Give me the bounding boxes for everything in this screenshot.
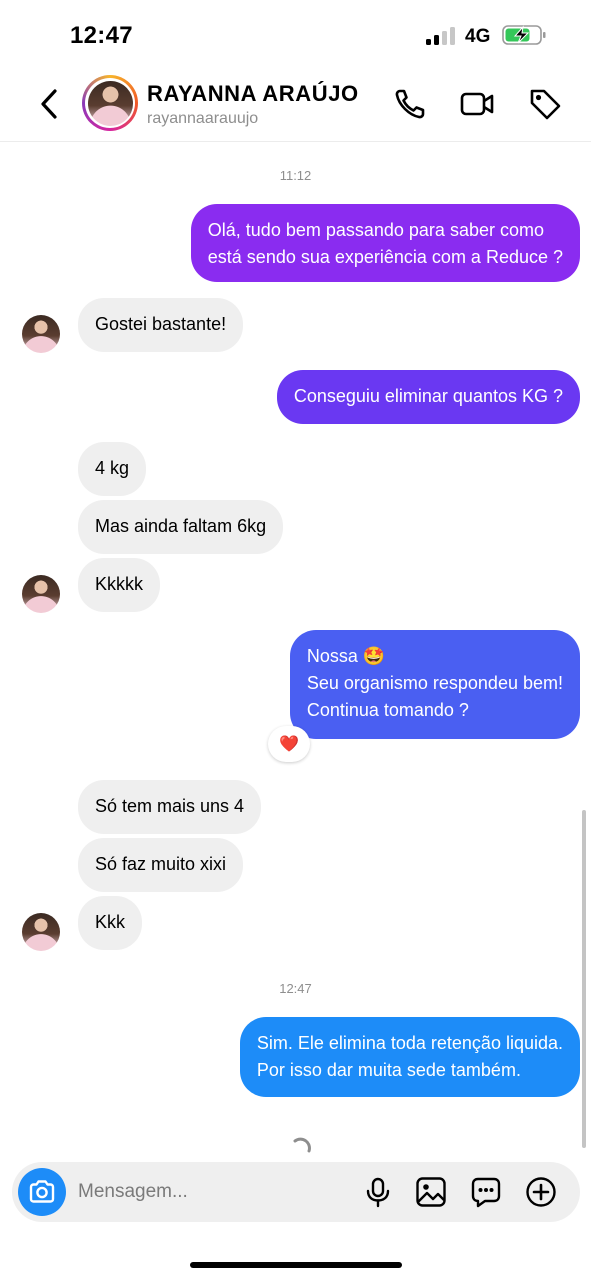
- message-received[interactable]: Kkkkk: [78, 558, 161, 612]
- contact-username[interactable]: rayannaarauujo: [147, 110, 258, 128]
- message-received[interactable]: 4 kg: [78, 442, 147, 496]
- reaction-badge[interactable]: ❤️: [268, 726, 310, 762]
- timestamp: 12:47: [279, 981, 312, 996]
- message-composer: [12, 1162, 580, 1222]
- timestamp: 11:12: [279, 168, 312, 183]
- message-sent[interactable]: Sim. Ele elimina toda retenção liquida. …: [239, 1017, 580, 1097]
- back-icon[interactable]: [34, 86, 66, 122]
- sticker-icon[interactable]: [470, 1176, 502, 1208]
- heart-reaction: ❤️: [279, 736, 299, 753]
- tag-icon[interactable]: [528, 87, 562, 121]
- status-bar: 12:47 4G: [0, 0, 591, 70]
- video-icon[interactable]: [460, 87, 494, 121]
- scrollbar[interactable]: [582, 810, 586, 1148]
- message-sent[interactable]: Olá, tudo bem passando para saber como e…: [190, 204, 580, 282]
- message-sent[interactable]: Conseguiu eliminar quantos KG ?: [276, 370, 580, 424]
- contact-avatar[interactable]: [22, 315, 60, 353]
- loading-spinner-icon: [293, 1137, 311, 1153]
- status-time: 12:47: [70, 22, 133, 49]
- chat-header: RAYANNA ARAÚJO rayannaarauujo: [0, 70, 591, 142]
- message-received[interactable]: Só tem mais uns 4: [78, 780, 262, 834]
- camera-icon: [29, 1180, 55, 1203]
- contact-avatar[interactable]: [22, 913, 60, 951]
- plus-icon[interactable]: [525, 1176, 557, 1208]
- camera-button[interactable]: [18, 1168, 66, 1216]
- contact-name[interactable]: RAYANNA ARAÚJO: [147, 81, 359, 107]
- message-received[interactable]: Gostei bastante!: [78, 298, 244, 352]
- message-input[interactable]: [78, 1178, 338, 1206]
- home-indicator[interactable]: [190, 1262, 402, 1268]
- avatar[interactable]: [82, 75, 138, 131]
- message-sent[interactable]: Nossa 🤩 Seu organismo respondeu bem! Con…: [289, 630, 580, 739]
- message-received[interactable]: Kkk: [78, 896, 143, 950]
- gallery-icon[interactable]: [415, 1176, 447, 1208]
- signal-icon: [426, 27, 456, 45]
- message-received[interactable]: Mas ainda faltam 6kg: [78, 500, 284, 554]
- phone-icon[interactable]: [393, 87, 427, 121]
- network-label: 4G: [465, 26, 491, 47]
- contact-avatar[interactable]: [22, 575, 60, 613]
- battery-icon: [502, 25, 546, 45]
- message-received[interactable]: Só faz muito xixi: [78, 838, 244, 892]
- microphone-icon[interactable]: [362, 1176, 394, 1208]
